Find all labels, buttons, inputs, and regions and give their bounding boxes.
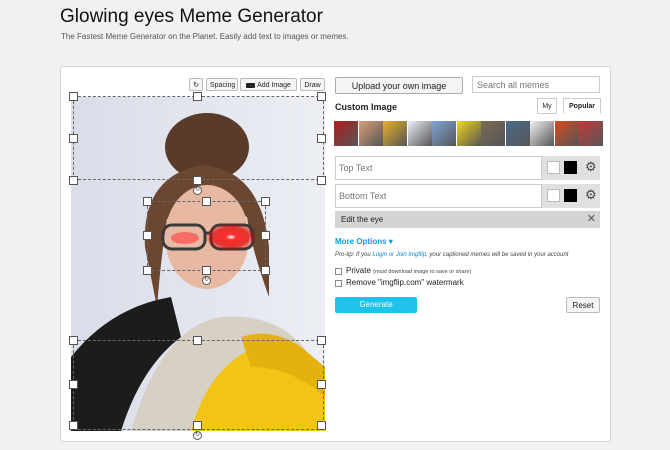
custom-image-label: Custom Image: [335, 102, 398, 112]
text-color-white[interactable]: [547, 189, 560, 202]
resize-handle[interactable]: [193, 421, 202, 430]
page-subtitle: The Fastest Meme Generator on the Planet…: [61, 32, 349, 41]
resize-handle[interactable]: [143, 197, 152, 206]
resize-handle[interactable]: [261, 231, 270, 240]
thumb-9[interactable]: [530, 121, 554, 146]
outline-color-black[interactable]: [564, 161, 577, 174]
meme-editor-panel: ↻ Spacing Add Image Draw ↻ ↻ ↻ Upload yo…: [60, 66, 611, 442]
rotate-icon: ↻: [193, 82, 199, 89]
resize-handle[interactable]: [317, 380, 326, 389]
pro-tip: Pro-tip: If you Login or Join Imgflip, y…: [335, 252, 568, 258]
thumb-4[interactable]: [407, 121, 432, 146]
resize-handle[interactable]: [193, 336, 202, 345]
thumb-10[interactable]: [554, 121, 579, 146]
private-label-text: Private: [346, 266, 371, 275]
upload-image-button[interactable]: Upload your own image: [335, 77, 463, 94]
edit-layer-label: Edit the eye: [341, 215, 384, 224]
add-image-button[interactable]: Add Image: [240, 78, 297, 91]
text-style-controls: ⚙: [542, 184, 600, 208]
remove-watermark-checkbox[interactable]: [335, 280, 342, 287]
resize-handle[interactable]: [69, 134, 78, 143]
add-image-label: Add Image: [257, 82, 291, 89]
resize-handle[interactable]: [317, 421, 326, 430]
gear-icon[interactable]: ⚙: [585, 187, 597, 203]
draw-button[interactable]: Draw: [300, 78, 325, 91]
image-icon: [246, 82, 256, 88]
tab-my[interactable]: My: [537, 98, 557, 114]
rotate-handle[interactable]: ↻: [202, 276, 211, 285]
private-label: Private (must download image to save or …: [346, 266, 471, 275]
pro-tip-suffix: , your captioned memes will be saved in …: [426, 252, 569, 258]
close-icon[interactable]: ✕: [587, 211, 596, 228]
login-link[interactable]: Login or Join Imgflip: [372, 252, 426, 258]
resize-handle[interactable]: [317, 336, 326, 345]
gear-icon[interactable]: ⚙: [585, 159, 597, 175]
pro-tip-prefix: Pro-tip: If you: [335, 252, 373, 258]
thumb-2[interactable]: [358, 121, 383, 146]
more-options-link[interactable]: More Options ▾: [335, 237, 393, 246]
rotate-handle[interactable]: ↻: [193, 186, 202, 195]
resize-handle[interactable]: [202, 197, 211, 206]
edit-image-layer-bar[interactable]: Edit the eye ✕: [335, 211, 600, 228]
private-checkbox[interactable]: [335, 268, 342, 275]
rotate-handle[interactable]: ↻: [193, 431, 202, 440]
resize-handle[interactable]: [317, 134, 326, 143]
resize-handle[interactable]: [69, 336, 78, 345]
tab-popular[interactable]: Popular: [563, 98, 601, 114]
private-note: (must download image to save or share): [373, 269, 472, 275]
resize-handle[interactable]: [143, 266, 152, 275]
thumb-7[interactable]: [481, 121, 505, 146]
text-row-bottom: ⚙: [335, 184, 600, 208]
text-color-white[interactable]: [547, 161, 560, 174]
spacing-button[interactable]: Spacing: [206, 78, 238, 91]
search-memes-input[interactable]: [472, 76, 600, 93]
generate-button[interactable]: Generate: [335, 297, 417, 313]
resize-handle[interactable]: [261, 197, 270, 206]
remove-watermark-label: Remove "imgflip.com" watermark: [346, 278, 464, 287]
resize-handle[interactable]: [69, 92, 78, 101]
thumb-1[interactable]: [334, 121, 358, 146]
resize-handle[interactable]: [317, 176, 326, 185]
resize-handle[interactable]: [193, 176, 202, 185]
thumb-3[interactable]: [383, 121, 407, 146]
resize-handle[interactable]: [317, 92, 326, 101]
resize-handle[interactable]: [69, 176, 78, 185]
rotate-button[interactable]: ↻: [189, 78, 203, 91]
resize-handle[interactable]: [202, 266, 211, 275]
resize-handle[interactable]: [143, 231, 152, 240]
resize-handle[interactable]: [69, 380, 78, 389]
top-text-input[interactable]: [335, 156, 542, 180]
meme-thumbnail-strip: [334, 121, 603, 147]
thumb-8[interactable]: [505, 121, 530, 146]
resize-handle[interactable]: [261, 266, 270, 275]
outline-color-black[interactable]: [564, 189, 577, 202]
thumb-11[interactable]: [579, 121, 603, 146]
text-row-top: ⚙: [335, 156, 600, 180]
resize-handle[interactable]: [69, 421, 78, 430]
reset-button[interactable]: Reset: [566, 297, 600, 313]
thumb-6[interactable]: [456, 121, 481, 146]
meme-image: [71, 97, 325, 431]
meme-canvas[interactable]: [71, 97, 325, 431]
resize-handle[interactable]: [193, 92, 202, 101]
bottom-text-input[interactable]: [335, 184, 542, 208]
text-style-controls: ⚙: [542, 156, 600, 180]
page-title: Glowing eyes Meme Generator: [60, 6, 323, 27]
thumb-5[interactable]: [432, 121, 456, 146]
